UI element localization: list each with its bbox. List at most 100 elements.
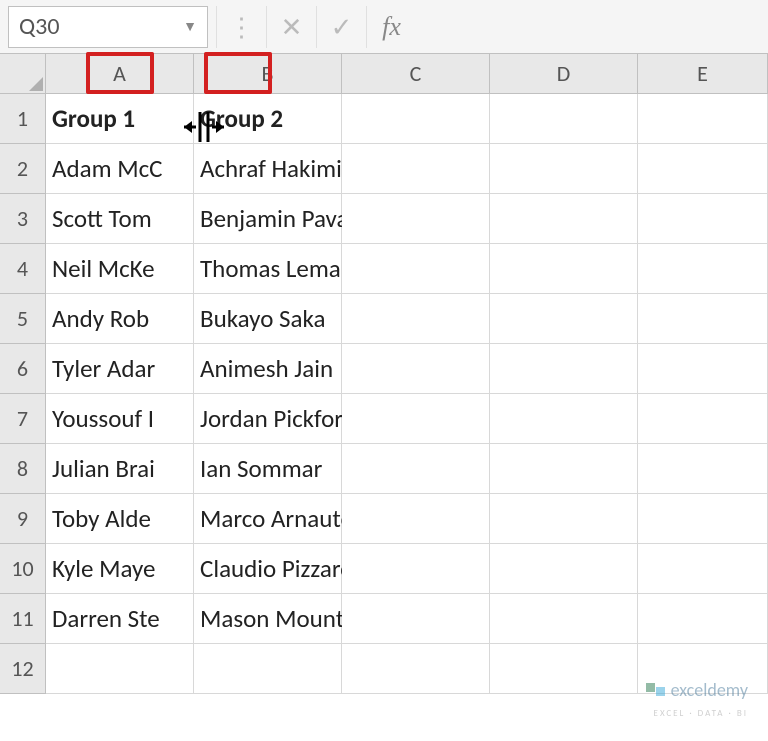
cell-c1[interactable] <box>342 94 490 144</box>
spreadsheet-grid: A B C D E 1 Group 1 Group 2 2 Adam McC A… <box>0 54 768 694</box>
cell-c10[interactable] <box>342 544 490 594</box>
cell-a3[interactable]: Scott Tom <box>46 194 194 244</box>
cell-d9[interactable] <box>490 494 638 544</box>
table-row: 11 Darren Ste Mason Mount <box>0 594 768 644</box>
formula-bar: Q30 ▼ ⋮ ✕ ✓ fx <box>0 0 768 54</box>
cancel-icon: ✕ <box>266 6 316 48</box>
watermark-subtitle: EXCEL · DATA · BI <box>654 708 748 719</box>
table-row: 8 Julian Brai Ian Sommar <box>0 444 768 494</box>
table-row: 4 Neil McKe Thomas Lemar <box>0 244 768 294</box>
select-all-triangle-icon <box>29 77 43 91</box>
cell-a4[interactable]: Neil McKe <box>46 244 194 294</box>
column-header-d[interactable]: D <box>490 54 638 94</box>
cell-b5[interactable]: Bukayo Saka <box>194 294 342 344</box>
cell-c9[interactable] <box>342 494 490 544</box>
cell-e5[interactable] <box>638 294 768 344</box>
cell-a11[interactable]: Darren Ste <box>46 594 194 644</box>
cell-b11[interactable]: Mason Mount <box>194 594 342 644</box>
cell-a10[interactable]: Kyle Maye <box>46 544 194 594</box>
cell-e10[interactable] <box>638 544 768 594</box>
table-row: 3 Scott Tom Benjamin Pavard <box>0 194 768 244</box>
cell-c12[interactable] <box>342 644 490 694</box>
cell-b10[interactable]: Claudio Pizzaro <box>194 544 342 594</box>
cell-a12[interactable] <box>46 644 194 694</box>
cell-c5[interactable] <box>342 294 490 344</box>
cell-a6[interactable]: Tyler Adar <box>46 344 194 394</box>
cell-b9[interactable]: Marco Arnautovic <box>194 494 342 544</box>
row-header-3[interactable]: 3 <box>0 194 46 244</box>
cell-d12[interactable] <box>490 644 638 694</box>
cell-e8[interactable] <box>638 444 768 494</box>
row-header-6[interactable]: 6 <box>0 344 46 394</box>
column-header-b[interactable]: B <box>194 54 342 94</box>
cell-d2[interactable] <box>490 144 638 194</box>
cell-a7[interactable]: Youssouf I <box>46 394 194 444</box>
cell-a2[interactable]: Adam McC <box>46 144 194 194</box>
fx-button[interactable]: fx <box>366 6 416 48</box>
cell-e1[interactable] <box>638 94 768 144</box>
cell-c11[interactable] <box>342 594 490 644</box>
cell-b8[interactable]: Ian Sommar <box>194 444 342 494</box>
cell-d1[interactable] <box>490 94 638 144</box>
cell-e4[interactable] <box>638 244 768 294</box>
cell-b1[interactable]: Group 2 <box>194 94 342 144</box>
cell-c7[interactable] <box>342 394 490 444</box>
cell-e2[interactable] <box>638 144 768 194</box>
cell-a5[interactable]: Andy Rob <box>46 294 194 344</box>
row-header-11[interactable]: 11 <box>0 594 46 644</box>
cell-c8[interactable] <box>342 444 490 494</box>
cell-c3[interactable] <box>342 194 490 244</box>
cell-b12[interactable] <box>194 644 342 694</box>
cell-e3[interactable] <box>638 194 768 244</box>
row-header-9[interactable]: 9 <box>0 494 46 544</box>
row-header-5[interactable]: 5 <box>0 294 46 344</box>
cell-c4[interactable] <box>342 244 490 294</box>
cell-b3[interactable]: Benjamin Pavard <box>194 194 342 244</box>
table-row: 2 Adam McC Achraf Hakimi <box>0 144 768 194</box>
cell-d4[interactable] <box>490 244 638 294</box>
watermark-logo: exceldemy <box>645 679 748 701</box>
cell-e6[interactable] <box>638 344 768 394</box>
cell-d5[interactable] <box>490 294 638 344</box>
row-header-10[interactable]: 10 <box>0 544 46 594</box>
cell-e7[interactable] <box>638 394 768 444</box>
column-header-e[interactable]: E <box>638 54 768 94</box>
column-header-c[interactable]: C <box>342 54 490 94</box>
row-header-4[interactable]: 4 <box>0 244 46 294</box>
table-row: 10 Kyle Maye Claudio Pizzaro <box>0 544 768 594</box>
cell-e11[interactable] <box>638 594 768 644</box>
row-header-8[interactable]: 8 <box>0 444 46 494</box>
table-row: 1 Group 1 Group 2 <box>0 94 768 144</box>
cell-c2[interactable] <box>342 144 490 194</box>
cell-a1[interactable]: Group 1 <box>46 94 194 144</box>
row-header-7[interactable]: 7 <box>0 394 46 444</box>
watermark-icon <box>645 679 667 701</box>
cell-b7[interactable]: Jordan Pickford <box>194 394 342 444</box>
cell-c6[interactable] <box>342 344 490 394</box>
cell-e9[interactable] <box>638 494 768 544</box>
name-box-value: Q30 <box>19 12 59 41</box>
dropdown-icon[interactable]: ▼ <box>183 18 197 35</box>
row-header-12[interactable]: 12 <box>0 644 46 694</box>
cell-d10[interactable] <box>490 544 638 594</box>
cell-a8[interactable]: Julian Brai <box>46 444 194 494</box>
cell-b6[interactable]: Animesh Jain <box>194 344 342 394</box>
table-row: 9 Toby Alde Marco Arnautovic <box>0 494 768 544</box>
cell-d8[interactable] <box>490 444 638 494</box>
row-header-1[interactable]: 1 <box>0 94 46 144</box>
cell-b4[interactable]: Thomas Lemar <box>194 244 342 294</box>
cell-d3[interactable] <box>490 194 638 244</box>
cell-b2[interactable]: Achraf Hakimi <box>194 144 342 194</box>
select-all-corner[interactable] <box>0 54 46 94</box>
row-header-2[interactable]: 2 <box>0 144 46 194</box>
cell-a9[interactable]: Toby Alde <box>46 494 194 544</box>
confirm-icon: ✓ <box>316 6 366 48</box>
column-header-a[interactable]: A <box>46 54 194 94</box>
cell-d6[interactable] <box>490 344 638 394</box>
table-row: 6 Tyler Adar Animesh Jain <box>0 344 768 394</box>
name-box[interactable]: Q30 ▼ <box>8 6 208 48</box>
cell-d11[interactable] <box>490 594 638 644</box>
cell-d7[interactable] <box>490 394 638 444</box>
table-row: 5 Andy Rob Bukayo Saka <box>0 294 768 344</box>
table-row: 7 Youssouf I Jordan Pickford <box>0 394 768 444</box>
